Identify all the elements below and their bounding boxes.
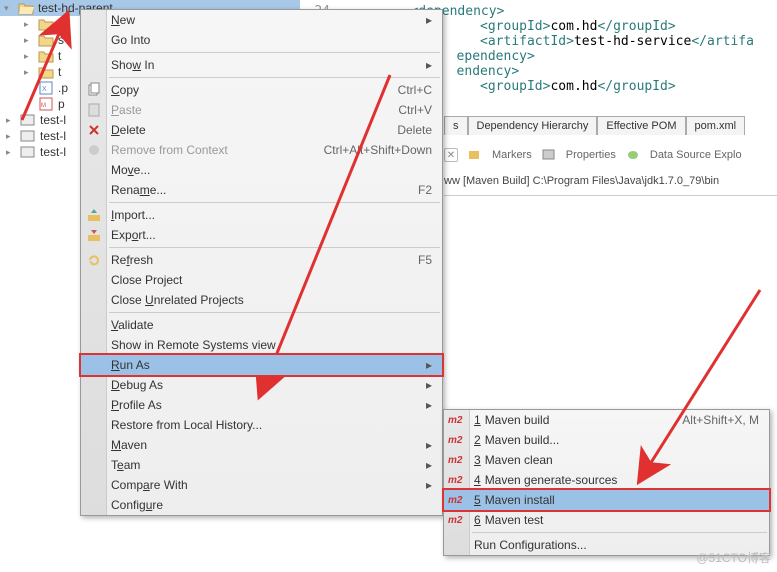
menu-configure[interactable]: Configure bbox=[81, 495, 442, 515]
m2-icon: m2 bbox=[448, 415, 462, 426]
editor-blank bbox=[444, 195, 777, 395]
project-icon bbox=[20, 145, 36, 159]
menu-debug-as[interactable]: Debug As▸ bbox=[81, 375, 442, 395]
menu-paste: PasteCtrl+V bbox=[81, 100, 442, 120]
paste-icon bbox=[86, 102, 102, 118]
tab-dependency-hierarchy[interactable]: Dependency Hierarchy bbox=[468, 116, 598, 135]
tab[interactable]: s bbox=[444, 116, 468, 135]
svg-text:M: M bbox=[41, 103, 46, 109]
menu-compare-with[interactable]: Compare With▸ bbox=[81, 475, 442, 495]
menu-profile-as[interactable]: Profile As▸ bbox=[81, 395, 442, 415]
submenu-maven-build[interactable]: m21Maven buildAlt+Shift+X, M bbox=[444, 410, 769, 430]
menu-delete[interactable]: DeleteDelete bbox=[81, 120, 442, 140]
submenu-maven-test[interactable]: m26Maven test bbox=[444, 510, 769, 530]
view-markers[interactable]: Markers bbox=[492, 149, 532, 161]
close-icon[interactable]: ✕ bbox=[444, 148, 458, 162]
menu-validate[interactable]: Validate bbox=[81, 315, 442, 335]
tab-pom-xml[interactable]: pom.xml bbox=[686, 116, 746, 135]
menu-import[interactable]: Import... bbox=[81, 205, 442, 225]
submenu-maven-build-config[interactable]: m22Maven build... bbox=[444, 430, 769, 450]
folder-open-icon bbox=[18, 1, 34, 15]
menu-rename[interactable]: Rename...F2 bbox=[81, 180, 442, 200]
folder-icon bbox=[38, 33, 54, 47]
import-icon bbox=[86, 207, 102, 223]
properties-icon bbox=[542, 149, 556, 161]
menu-close-unrelated[interactable]: Close Unrelated Projects bbox=[81, 290, 442, 310]
console-text: ww [Maven Build] C:\Program Files\Java\j… bbox=[444, 175, 719, 187]
expand-icon[interactable]: ▾ bbox=[4, 3, 14, 14]
menu-show-remote[interactable]: Show in Remote Systems view bbox=[81, 335, 442, 355]
folder-icon bbox=[38, 17, 54, 31]
context-menu: New▸ Go Into Show In▸ CopyCtrl+C PasteCt… bbox=[80, 9, 443, 516]
datasource-icon bbox=[626, 149, 640, 161]
menu-show-in[interactable]: Show In▸ bbox=[81, 55, 442, 75]
menu-refresh[interactable]: RefreshF5 bbox=[81, 250, 442, 270]
markers-icon bbox=[468, 149, 482, 161]
menu-copy[interactable]: CopyCtrl+C bbox=[81, 80, 442, 100]
export-icon bbox=[86, 227, 102, 243]
remove-icon bbox=[86, 142, 102, 158]
menu-maven[interactable]: Maven▸ bbox=[81, 435, 442, 455]
submenu-maven-install[interactable]: m25Maven install bbox=[442, 488, 771, 512]
svg-text:X: X bbox=[42, 86, 47, 93]
delete-icon bbox=[86, 122, 102, 138]
project-icon bbox=[20, 129, 36, 143]
submenu-maven-generate-sources[interactable]: m24Maven generate-sources bbox=[444, 470, 769, 490]
menu-run-as[interactable]: Run As▸ bbox=[79, 353, 444, 377]
menu-go-into[interactable]: Go Into bbox=[81, 30, 442, 50]
m2-icon: m2 bbox=[448, 495, 462, 506]
folder-icon bbox=[38, 49, 54, 63]
folder-icon bbox=[38, 65, 54, 79]
m2-icon: m2 bbox=[448, 475, 462, 486]
xml-file-icon: X bbox=[38, 81, 54, 95]
menu-close-project[interactable]: Close Project bbox=[81, 270, 442, 290]
view-properties[interactable]: Properties bbox=[566, 149, 616, 161]
menu-move[interactable]: Move... bbox=[81, 160, 442, 180]
submenu-maven-clean[interactable]: m23Maven clean bbox=[444, 450, 769, 470]
menu-export[interactable]: Export... bbox=[81, 225, 442, 245]
refresh-icon bbox=[86, 252, 102, 268]
project-icon bbox=[20, 113, 36, 127]
m2-file-icon: M bbox=[38, 97, 54, 111]
tab-effective-pom[interactable]: Effective POM bbox=[597, 116, 685, 135]
view-data-source[interactable]: Data Source Explo bbox=[650, 149, 742, 161]
m2-icon: m2 bbox=[448, 435, 462, 446]
menu-restore-history[interactable]: Restore from Local History... bbox=[81, 415, 442, 435]
menu-new[interactable]: New▸ bbox=[81, 10, 442, 30]
menu-team[interactable]: Team▸ bbox=[81, 455, 442, 475]
m2-icon: m2 bbox=[448, 515, 462, 526]
m2-icon: m2 bbox=[448, 455, 462, 466]
editor-tabs: s Dependency Hierarchy Effective POM pom… bbox=[444, 116, 745, 135]
run-as-submenu: m21Maven buildAlt+Shift+X, M m22Maven bu… bbox=[443, 409, 770, 556]
watermark: @51CTO博客 bbox=[696, 549, 771, 566]
menu-remove-context: Remove from ContextCtrl+Alt+Shift+Down bbox=[81, 140, 442, 160]
views-row: ✕ Markers Properties Data Source Explo bbox=[444, 148, 742, 162]
copy-icon bbox=[86, 82, 102, 98]
